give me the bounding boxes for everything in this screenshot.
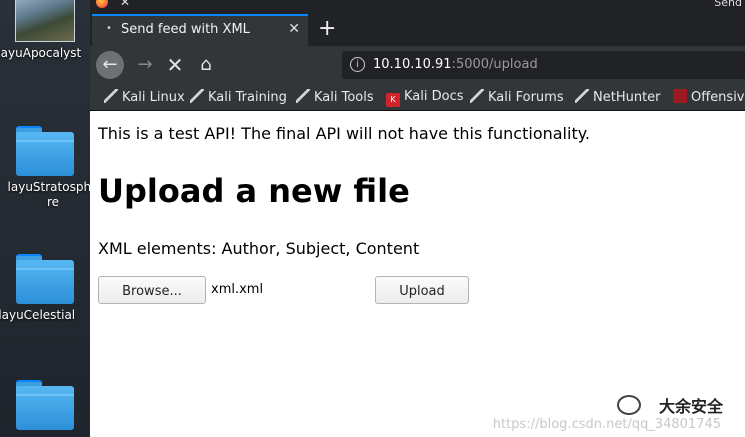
folder-icon <box>16 380 74 430</box>
back-button[interactable]: ← <box>96 51 124 79</box>
nethunter-icon <box>575 89 589 103</box>
xml-elements-text: XML elements: Author, Subject, Content <box>98 239 420 258</box>
wechat-logo-icon <box>617 395 641 415</box>
bookmark-label: Kali Docs <box>404 89 464 104</box>
desktop-item-label: layuStratosphe re <box>7 180 90 209</box>
new-tab-button[interactable]: + <box>318 16 336 42</box>
watermark-badge: 大余安全 <box>658 397 723 416</box>
browser-window: ✕ Send • Send feed with XML ✕ + ← → ✕ ⌂ … <box>90 0 745 437</box>
desktop-item-celestial[interactable]: dayuCelestial <box>0 254 90 323</box>
url-host: 10.10.10.91 <box>373 57 452 72</box>
bookmark-kali-training[interactable]: Kali Training <box>190 89 287 105</box>
firefox-logo-icon <box>96 0 108 8</box>
bookmark-label: Kali Forums <box>488 90 564 105</box>
navigation-bar: ← → ✕ ⌂ i 10.10.10.91:5000/upload <box>90 46 745 84</box>
tab-strip: • Send feed with XML ✕ + <box>90 14 745 46</box>
url-path: :5000/upload <box>451 57 538 72</box>
bookmark-kali-tools[interactable]: Kali Tools <box>296 89 374 105</box>
kali-dragon-icon <box>190 89 204 103</box>
desktop-item-apocalyst[interactable]: llayuApocalyst <box>0 0 90 61</box>
desktop-item-stratosphere[interactable]: layuStratosphe re <box>0 126 90 210</box>
browse-button[interactable]: Browse... <box>98 276 206 304</box>
url-bar[interactable]: i 10.10.10.91:5000/upload <box>342 51 745 79</box>
kali-docs-icon: K <box>386 93 400 107</box>
bookmark-label: Kali Training <box>208 90 287 105</box>
kali-dragon-icon <box>104 89 118 103</box>
window-close-icon[interactable]: ✕ <box>120 0 130 9</box>
desktop-item-label: llayuApocalyst <box>0 46 82 60</box>
kali-dragon-icon <box>470 89 484 103</box>
title-bar: ✕ Send <box>90 0 745 14</box>
image-thumbnail-icon <box>15 0 75 42</box>
bookmark-label: Kali Linux <box>122 90 185 105</box>
watermark-url: https://blog.csdn.net/qq_34801745 <box>492 417 721 432</box>
tab-send-feed[interactable]: • Send feed with XML ✕ <box>92 14 308 46</box>
bookmark-offensive[interactable]: Offensive <box>673 89 745 105</box>
selected-file-name: xml.xml <box>211 282 264 297</box>
bookmark-nethunter[interactable]: NetHunter <box>575 89 661 105</box>
tab-loading-icon: • <box>106 23 112 34</box>
info-icon[interactable]: i <box>350 57 365 72</box>
bookmark-kali-forums[interactable]: Kali Forums <box>470 89 564 105</box>
desktop-item-label: dayuCelestial <box>0 308 76 322</box>
offsec-icon <box>673 89 687 103</box>
title-bar-text: Send <box>714 0 742 9</box>
folder-icon <box>16 126 74 176</box>
folder-icon <box>16 254 74 304</box>
bookmark-label: Offensive <box>691 90 745 105</box>
desktop: llayuApocalyst layuStratosphe re dayuCel… <box>0 0 90 437</box>
page-title: Upload a new file <box>98 172 410 210</box>
kali-dragon-icon <box>296 89 310 103</box>
home-button[interactable]: ⌂ <box>192 51 220 79</box>
forward-button[interactable]: → <box>131 51 159 79</box>
url-text: 10.10.10.91:5000/upload <box>373 57 538 72</box>
upload-button[interactable]: Upload <box>375 276 469 304</box>
bookmark-kali-docs[interactable]: K Kali Docs <box>386 89 464 107</box>
api-notice: This is a test API! The final API will n… <box>98 124 590 143</box>
bookmark-kali-linux[interactable]: Kali Linux <box>104 89 185 105</box>
bookmarks-toolbar: Kali Linux Kali Training Kali Tools K Kal… <box>90 84 745 111</box>
desktop-item-folder[interactable] <box>0 380 90 430</box>
bookmark-label: Kali Tools <box>314 90 374 105</box>
bookmark-label: NetHunter <box>593 90 661 105</box>
stop-button[interactable]: ✕ <box>161 51 189 79</box>
tab-title: Send feed with XML <box>121 22 250 37</box>
tab-close-icon[interactable]: ✕ <box>288 21 300 37</box>
